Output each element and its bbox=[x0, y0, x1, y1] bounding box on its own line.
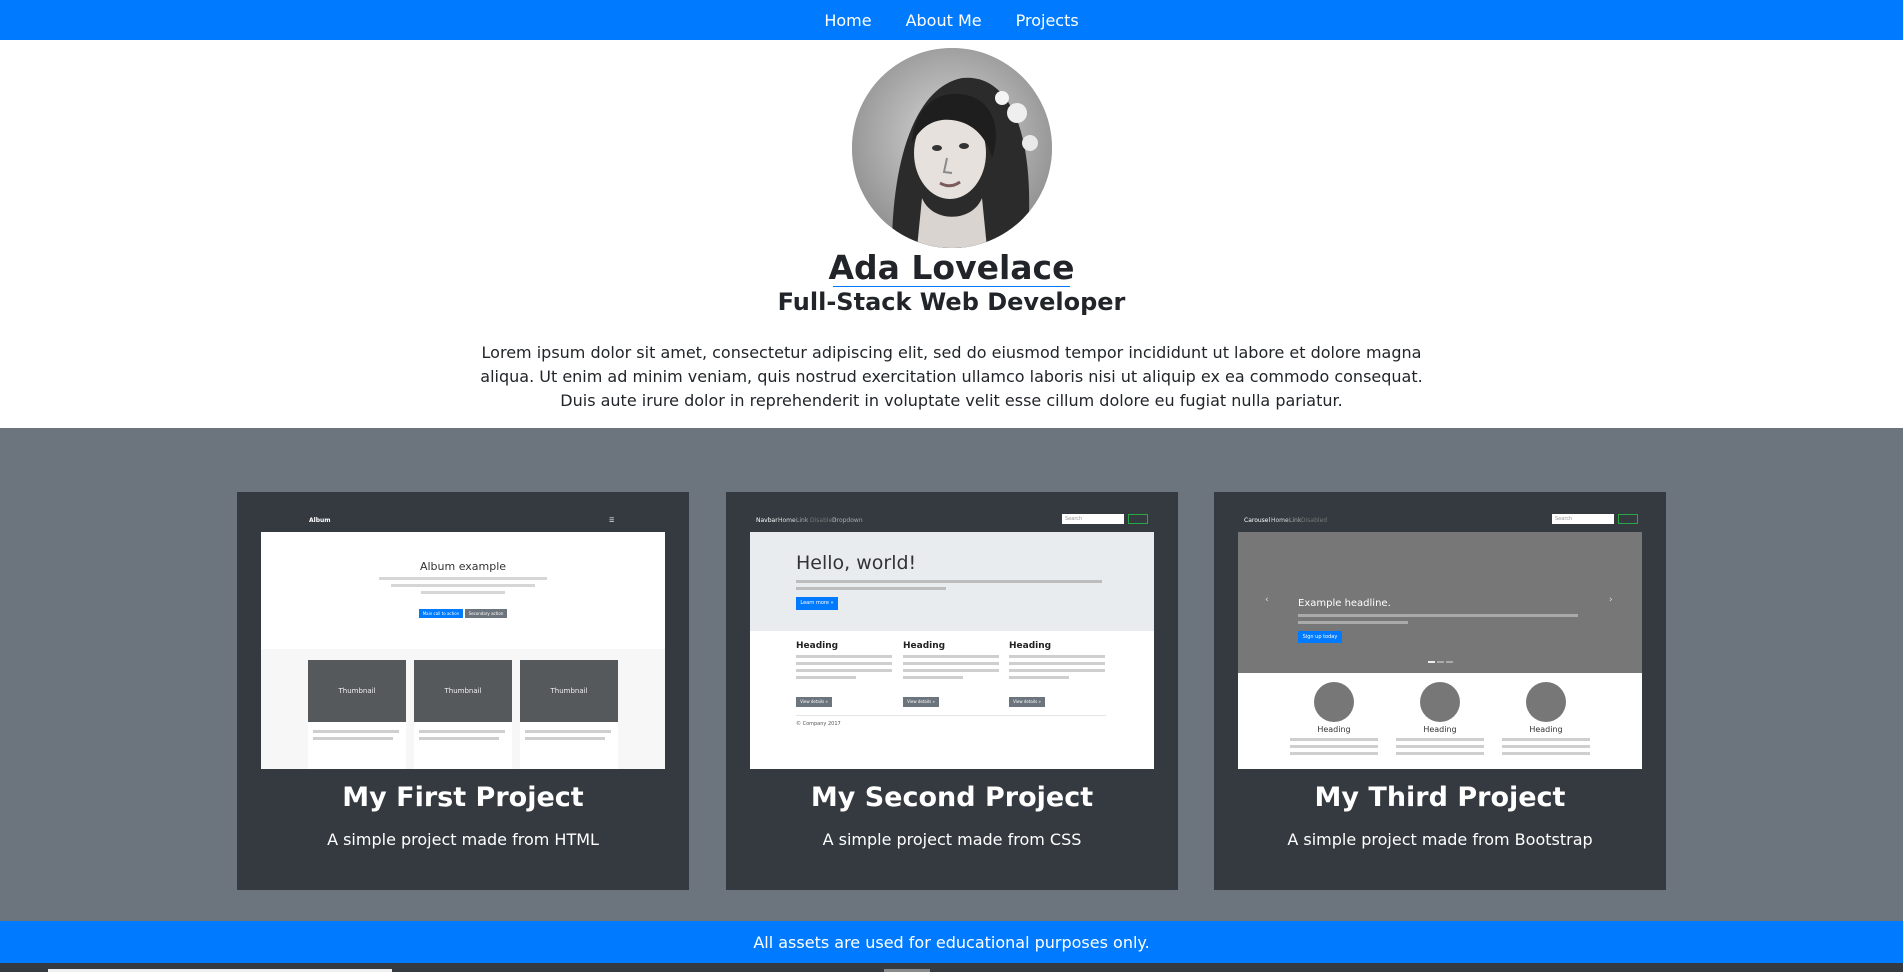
thumb-col-heading-3: Heading bbox=[1529, 725, 1563, 734]
thumb-brand: Carousel bbox=[1244, 517, 1271, 524]
profile-bio: Lorem ipsum dolor sit amet, consectetur … bbox=[480, 343, 1423, 410]
nav-link-home[interactable]: Home bbox=[824, 11, 871, 30]
thumb-link-3: Disabled bbox=[1301, 517, 1328, 524]
nav-link-projects[interactable]: Projects bbox=[1016, 11, 1079, 30]
horizontal-scrollbar[interactable] bbox=[0, 963, 1903, 972]
thumb-heading: Hello, world! bbox=[796, 552, 917, 574]
thumb-search: Search bbox=[1062, 514, 1124, 524]
thumb-tile-3: Thumbnail bbox=[520, 660, 618, 722]
thumb-col-btn-3: View details » bbox=[1009, 697, 1045, 707]
thumb-headline: Example headline. bbox=[1298, 598, 1391, 609]
thumb-link-1: Home bbox=[778, 517, 796, 524]
portrait-image bbox=[852, 48, 1052, 248]
project-thumbnail-1[interactable]: Album ☰ Album example Main call to actio… bbox=[261, 492, 665, 769]
thumb-secondary-btn: Secondary action bbox=[465, 609, 507, 618]
project-desc-3: A simple project made from Bootstrap bbox=[1287, 830, 1593, 849]
thumb-learn-btn: Learn more » bbox=[796, 597, 838, 610]
thumb-link-1: Home bbox=[1271, 517, 1289, 524]
carousel-next-icon: › bbox=[1609, 595, 1613, 605]
project-thumbnail-3[interactable]: Carousel Home Link Disabled Search ‹ › E… bbox=[1238, 492, 1642, 769]
nav-link-about[interactable]: About Me bbox=[906, 11, 982, 30]
project-card-3[interactable]: Carousel Home Link Disabled Search ‹ › E… bbox=[1214, 492, 1666, 890]
thumb-search: Search bbox=[1552, 514, 1614, 524]
project-title-3: My Third Project bbox=[1314, 782, 1566, 813]
about-section: Ada Lovelace Full-Stack Web Developer Lo… bbox=[0, 40, 1903, 428]
profile-name: Ada Lovelace bbox=[828, 248, 1075, 287]
thumb-brand: Navbar bbox=[756, 517, 778, 524]
project-thumbnail-2[interactable]: Navbar Home Link Disabled Dropdown Searc… bbox=[750, 492, 1154, 769]
thumb-col-heading-3: Heading bbox=[1009, 641, 1052, 651]
project-desc-2: A simple project made from CSS bbox=[822, 830, 1082, 849]
carousel-prev-icon: ‹ bbox=[1265, 595, 1269, 605]
name-underline bbox=[833, 286, 1070, 287]
avatar bbox=[852, 48, 1052, 248]
project-card-1[interactable]: Album ☰ Album example Main call to actio… bbox=[237, 492, 689, 890]
top-navbar: Home About Me Projects bbox=[0, 0, 1903, 40]
thumb-col-btn-2: View details » bbox=[903, 697, 939, 707]
projects-section: Album ☰ Album example Main call to actio… bbox=[0, 428, 1903, 921]
project-card-2[interactable]: Navbar Home Link Disabled Dropdown Searc… bbox=[726, 492, 1178, 890]
hamburger-icon: ☰ bbox=[609, 517, 615, 524]
thumb-heading: Album example bbox=[419, 560, 507, 573]
thumb-link-4: Dropdown bbox=[832, 517, 863, 524]
thumb-col-heading-2: Heading bbox=[1423, 725, 1457, 734]
thumb-tile-2: Thumbnail bbox=[414, 660, 512, 722]
thumb-signup-btn: Sign up today bbox=[1298, 631, 1342, 643]
project-desc-1: A simple project made from HTML bbox=[327, 830, 599, 849]
footer-text: All assets are used for educational purp… bbox=[753, 932, 1150, 952]
thumb-footer: © Company 2017 bbox=[796, 721, 841, 727]
thumb-col-heading-1: Heading bbox=[1317, 725, 1351, 734]
thumb-tile-1: Thumbnail bbox=[308, 660, 406, 722]
thumb-primary-btn: Main call to action bbox=[419, 609, 463, 618]
thumb-link-2: Link bbox=[796, 517, 809, 524]
thumb-col-heading-1: Heading bbox=[796, 641, 839, 651]
thumb-brand: Album bbox=[309, 517, 331, 524]
thumb-col-heading-2: Heading bbox=[903, 641, 946, 651]
project-title-2: My Second Project bbox=[810, 782, 1094, 813]
profile-role: Full-Stack Web Developer bbox=[777, 288, 1126, 316]
project-title-1: My First Project bbox=[342, 782, 584, 813]
thumb-col-btn-1: View details » bbox=[796, 697, 832, 707]
page-footer: All assets are used for educational purp… bbox=[0, 921, 1903, 963]
thumb-link-2: Link bbox=[1289, 517, 1302, 524]
